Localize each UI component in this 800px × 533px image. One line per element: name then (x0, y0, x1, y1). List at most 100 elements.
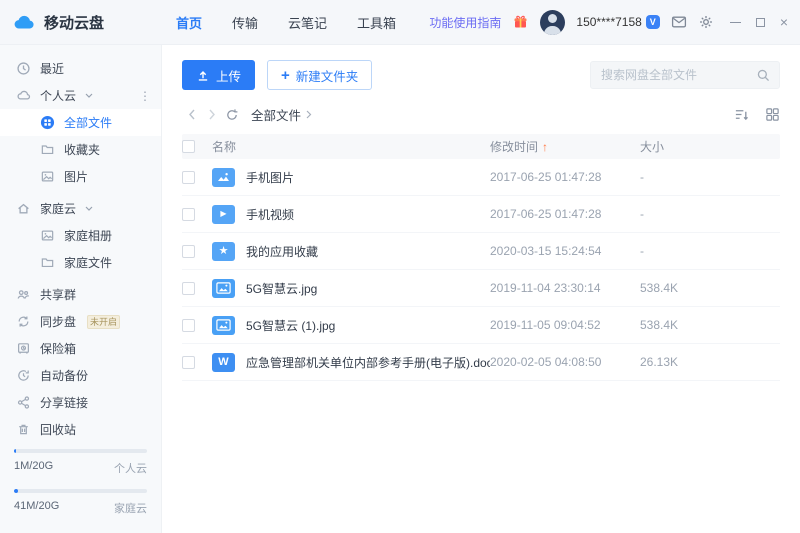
backup-icon (16, 368, 31, 383)
select-all-checkbox[interactable] (182, 140, 195, 153)
file-name[interactable]: 手机图片 (246, 169, 294, 186)
titlebar-right: 功能使用指南 150****7158 V × (429, 10, 800, 35)
header-name[interactable]: 名称 (212, 138, 490, 155)
sidebar-item-pictures[interactable]: 图片 (0, 163, 161, 190)
header-size[interactable]: 大小 (640, 138, 780, 155)
close-button[interactable]: × (780, 15, 788, 29)
safe-box-icon (16, 341, 31, 356)
new-folder-label: 新建文件夹 (296, 66, 359, 85)
chevron-down-icon (85, 206, 93, 211)
gift-icon[interactable] (512, 14, 529, 30)
personal-cloud-more-icon[interactable]: ⋮ (139, 89, 151, 103)
path-bar: 全部文件 (162, 102, 800, 134)
file-name[interactable]: 应急管理部机关单位内部参考手册(电子版).docx (246, 354, 490, 371)
file-modified: 2019-11-04 23:30:14 (490, 281, 640, 295)
sidebar-item-family-cloud[interactable]: 家庭云 (0, 195, 161, 222)
message-icon[interactable] (671, 14, 687, 30)
sidebar-label: 最近 (40, 60, 64, 77)
nav-tab-notes[interactable]: 云笔记 (288, 13, 327, 32)
sidebar-item-family-files[interactable]: 家庭文件 (0, 249, 161, 276)
row-checkbox[interactable] (182, 245, 195, 258)
search-box[interactable] (590, 61, 780, 89)
minimize-button[interactable] (730, 22, 741, 23)
sidebar-label: 回收站 (40, 421, 76, 438)
sidebar-item-personal-cloud[interactable]: 个人云 ⋮ (0, 82, 161, 109)
sidebar-item-family-album[interactable]: 家庭相册 (0, 222, 161, 249)
row-checkbox[interactable] (182, 171, 195, 184)
table-header: 名称 修改时间 ↑ 大小 (182, 134, 780, 159)
row-checkbox[interactable] (182, 282, 195, 295)
sidebar-item-all-files[interactable]: 全部文件 (0, 109, 161, 136)
sidebar-item-share-links[interactable]: 分享链接 (0, 389, 161, 416)
trash-icon (16, 422, 31, 437)
sidebar-item-recent[interactable]: 最近 (0, 55, 161, 82)
window-body: 最近 个人云 ⋮ 全部文件 收藏夹 图片 (0, 45, 800, 533)
vip-badge-icon: V (646, 15, 660, 29)
upload-label: 上传 (216, 66, 241, 85)
home-icon (16, 201, 31, 216)
row-checkbox[interactable] (182, 208, 195, 221)
file-modified: 2017-06-25 01:47:28 (490, 170, 640, 184)
image-file-icon (212, 316, 235, 335)
file-modified: 2020-02-05 04:08:50 (490, 355, 640, 369)
file-size: 26.13K (640, 355, 780, 369)
app-window: 移动云盘 首页 传输 云笔记 工具箱 功能使用指南 150****7158 V (0, 0, 800, 533)
photo-album-icon (40, 228, 55, 243)
nav-tab-home[interactable]: 首页 (176, 13, 202, 32)
search-icon[interactable] (756, 68, 771, 83)
personal-storage-bar (14, 449, 147, 453)
row-checkbox[interactable] (182, 356, 195, 369)
table-row[interactable]: 5G智慧云.jpg 2019-11-04 23:30:14 538.4K (182, 270, 780, 307)
maximize-button[interactable] (756, 18, 765, 27)
table-row[interactable]: 手机图片 2017-06-25 01:47:28 - (182, 159, 780, 196)
table-row[interactable]: 5G智慧云 (1).jpg 2019-11-05 09:04:52 538.4K (182, 307, 780, 344)
cloud-logo-icon (13, 12, 37, 32)
user-avatar[interactable] (540, 10, 565, 35)
file-modified: 2019-11-05 09:04:52 (490, 318, 640, 332)
sidebar-item-recycle-bin[interactable]: 回收站 (0, 416, 161, 443)
sidebar-item-favorites[interactable]: 收藏夹 (0, 136, 161, 163)
nav-tab-toolbox[interactable]: 工具箱 (357, 13, 396, 32)
sidebar-label: 保险箱 (40, 340, 76, 357)
sidebar-item-safe-box[interactable]: 保险箱 (0, 335, 161, 362)
new-folder-button[interactable]: + 新建文件夹 (267, 60, 372, 90)
table-row[interactable]: ★ 我的应用收藏 2020-03-15 15:24:54 - (182, 233, 780, 270)
refresh-icon[interactable] (222, 106, 242, 124)
main-nav: 首页 传输 云笔记 工具箱 (176, 13, 396, 32)
sort-asc-icon: ↑ (542, 140, 548, 154)
sync-icon (16, 314, 31, 329)
sidebar-item-auto-backup[interactable]: 自动备份 (0, 362, 161, 389)
folder-image-icon (212, 168, 235, 187)
header-modified[interactable]: 修改时间 ↑ (490, 138, 640, 155)
all-files-grid-icon (40, 115, 55, 130)
upload-button[interactable]: 上传 (182, 60, 255, 90)
file-name[interactable]: 5G智慧云.jpg (246, 280, 317, 297)
nav-tab-transfer[interactable]: 传输 (232, 13, 258, 32)
family-storage-bar (14, 489, 147, 493)
file-modified: 2017-06-25 01:47:28 (490, 207, 640, 221)
forward-button[interactable] (202, 106, 222, 124)
settings-gear-icon[interactable] (698, 14, 714, 30)
sidebar-label: 共享群 (40, 286, 76, 303)
grid-view-icon[interactable] (765, 107, 780, 122)
word-file-icon: W (212, 353, 235, 372)
breadcrumb-current[interactable]: 全部文件 (251, 105, 301, 124)
storage-label: 家庭云 (114, 500, 147, 516)
file-name[interactable]: 5G智慧云 (1).jpg (246, 317, 335, 334)
back-button[interactable] (182, 106, 202, 124)
usage-guide-link[interactable]: 功能使用指南 (429, 14, 501, 31)
sort-list-icon[interactable] (734, 107, 749, 122)
sync-disabled-badge: 未开启 (87, 315, 120, 329)
storage-usage: 41M/20G (14, 500, 59, 516)
row-checkbox[interactable] (182, 319, 195, 332)
table-row[interactable]: W 应急管理部机关单位内部参考手册(电子版).docx 2020-02-05 0… (182, 344, 780, 381)
header-modified-label: 修改时间 (490, 138, 538, 155)
table-row[interactable]: ▶ 手机视频 2017-06-25 01:47:28 - (182, 196, 780, 233)
file-name[interactable]: 我的应用收藏 (246, 243, 318, 260)
chevron-down-icon (85, 93, 93, 98)
file-name[interactable]: 手机视频 (246, 206, 294, 223)
account-menu[interactable]: 150****7158 V (576, 15, 659, 29)
search-input[interactable] (601, 68, 756, 82)
sidebar-item-shared-groups[interactable]: 共享群 (0, 281, 161, 308)
sidebar-item-sync-disk[interactable]: 同步盘 未开启 (0, 308, 161, 335)
